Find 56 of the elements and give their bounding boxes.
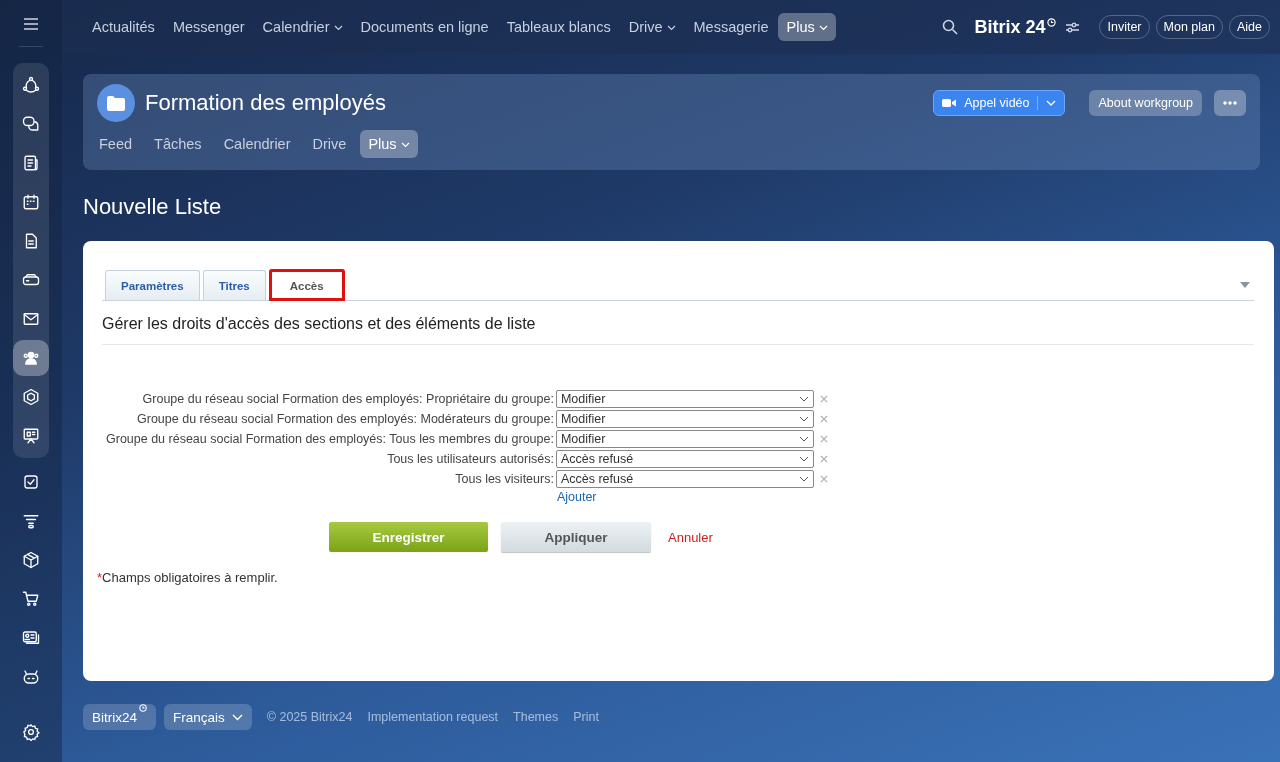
chevron-down-icon: [1046, 100, 1057, 106]
form-tab[interactable]: Accès: [268, 269, 345, 301]
group-tab[interactable]: Plus: [360, 130, 418, 158]
permission-select[interactable]: Modifier: [555, 410, 814, 428]
chevron-down-icon: [798, 476, 809, 482]
copyright-text: © 2025 Bitrix24: [266, 710, 353, 724]
video-call-button[interactable]: Appel vidéo: [933, 90, 1066, 116]
permission-select[interactable]: Accès refusé: [555, 450, 814, 468]
form-tab[interactable]: Titres: [202, 270, 266, 300]
nav-link[interactable]: Messagerie: [685, 13, 777, 41]
group-tab[interactable]: Calendrier: [215, 130, 299, 158]
apply-button[interactable]: Appliquer: [501, 522, 651, 552]
chevron-down-icon: [798, 436, 809, 442]
nav-link[interactable]: Messenger: [164, 13, 253, 41]
clock-icon: [139, 704, 147, 712]
footer-link[interactable]: Print: [573, 710, 599, 724]
chevron-down-icon: [798, 396, 809, 402]
nav-link[interactable]: Documents en ligne: [352, 13, 497, 41]
chevron-down-icon: [798, 456, 809, 462]
clock-icon: [1047, 17, 1057, 27]
permission-label: Tous les visiteurs:: [454, 472, 554, 486]
page-title: Nouvelle Liste: [83, 194, 223, 220]
group-icon[interactable]: [13, 340, 49, 376]
section-heading: Gérer les droits d'accès des sections et des éléments de liste: [102, 301, 1254, 345]
permission-select[interactable]: Accès refusé: [555, 470, 814, 488]
permission-label: Tous les utilisateurs autorisés:: [386, 452, 554, 466]
permission-label: Groupe du réseau social Formation des employés: Propriétaire du groupe:: [141, 392, 554, 406]
footer-link[interactable]: Themes: [513, 710, 559, 724]
group-tab[interactable]: Drive: [304, 130, 355, 158]
nav-link[interactable]: Tableaux blancs: [498, 13, 619, 41]
folder-icon: [97, 84, 135, 122]
group-title: Formation des employés: [145, 90, 386, 116]
cancel-link[interactable]: Annuler: [668, 529, 713, 545]
group-tab[interactable]: Feed: [91, 130, 141, 158]
required-note: *Champs obligatoires à remplir.: [97, 570, 279, 585]
group-tab[interactable]: Tâches: [146, 130, 210, 158]
add-link[interactable]: Ajouter: [556, 490, 597, 504]
more-icon[interactable]: [1214, 90, 1246, 116]
permission-select[interactable]: Modifier: [555, 430, 814, 448]
language-select[interactable]: Français: [164, 704, 252, 730]
footer-logo[interactable]: Bitrix24: [83, 704, 156, 730]
nav-link[interactable]: Actualités: [84, 13, 163, 41]
nav-link[interactable]: Calendrier: [254, 13, 351, 41]
about-workgroup-button[interactable]: About workgroup: [1089, 90, 1202, 116]
permission-label: Groupe du réseau social Formation des employés: Modérateurs du groupe:: [136, 412, 554, 426]
video-camera-icon: [942, 98, 957, 108]
chevron-down-icon: [231, 713, 243, 721]
logo: Bitrix 24: [974, 16, 1046, 38]
nav-link[interactable]: Drive: [620, 13, 684, 41]
collapse-icon[interactable]: [1240, 282, 1250, 288]
permission-label: Groupe du réseau social Formation des employés: Tous les membres du groupe:: [106, 432, 554, 446]
permission-select[interactable]: Modifier: [555, 390, 814, 408]
footer-link[interactable]: Implementation request: [367, 710, 499, 724]
nav-link[interactable]: Plus: [778, 13, 836, 41]
chevron-down-icon: [798, 416, 809, 422]
form-tab[interactable]: Paramètres: [105, 270, 200, 300]
